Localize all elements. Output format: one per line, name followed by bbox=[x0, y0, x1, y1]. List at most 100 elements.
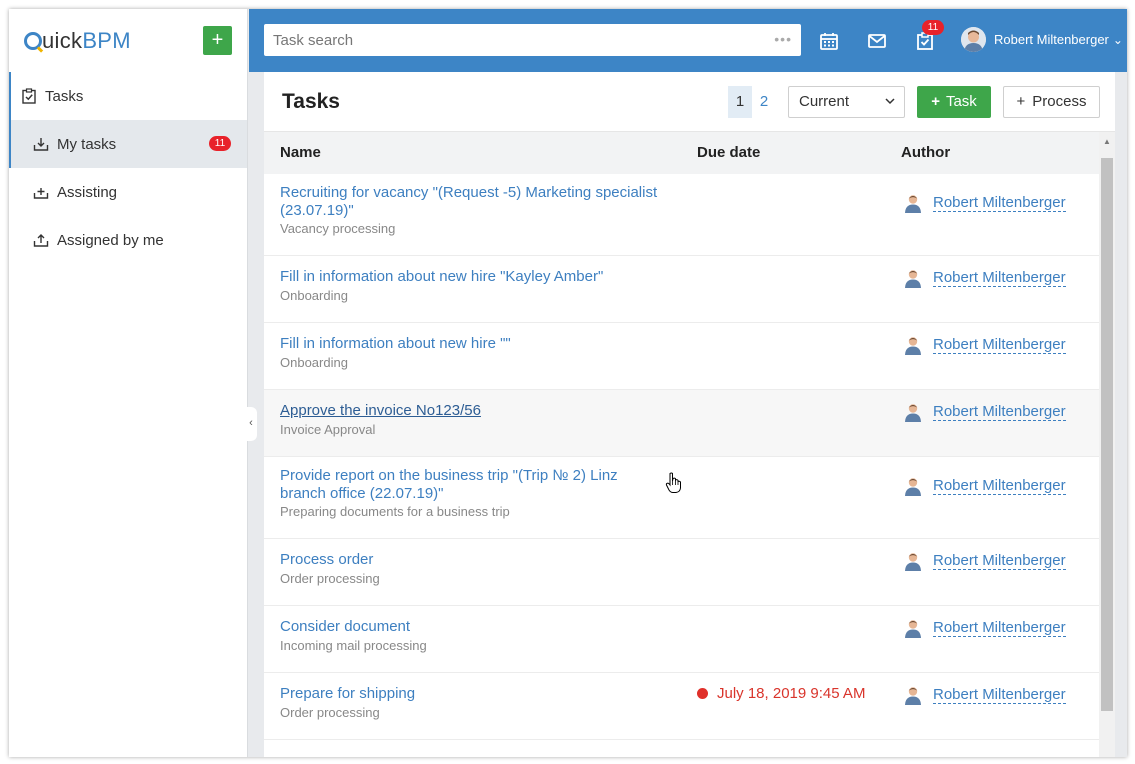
page-1-button[interactable]: 1 bbox=[728, 86, 752, 118]
calendar-icon[interactable] bbox=[819, 31, 839, 51]
start-process-button[interactable]: + Process bbox=[1003, 86, 1100, 118]
author-name-link[interactable]: Robert Miltenberger bbox=[933, 619, 1066, 637]
inbox-upload-icon bbox=[33, 234, 49, 247]
table-row[interactable]: Provide report on the business trip "(Tr… bbox=[264, 457, 1099, 539]
table-row[interactable]: Fill in information about new hire "" On… bbox=[264, 323, 1099, 390]
avatar bbox=[961, 27, 986, 52]
avatar bbox=[905, 620, 921, 638]
author-name-link[interactable]: Robert Miltenberger bbox=[933, 477, 1066, 495]
overdue-dot-icon bbox=[697, 688, 708, 699]
task-list: Recruiting for vacancy "(Request -5) Mar… bbox=[264, 174, 1099, 740]
table-header: Name Due date Author bbox=[264, 132, 1099, 174]
sidebar-item-assigned-by-me[interactable]: Assigned by me bbox=[9, 216, 247, 264]
table-row[interactable]: Fill in information about new hire "Kayl… bbox=[264, 256, 1099, 323]
user-name: Robert Miltenberger bbox=[994, 32, 1109, 47]
task-process-name: Invoice Approval bbox=[280, 422, 376, 437]
task-title-link[interactable]: Consider document bbox=[280, 618, 680, 636]
task-author: Robert Miltenberger bbox=[904, 551, 1066, 571]
task-author: Robert Miltenberger bbox=[904, 476, 1066, 496]
avatar bbox=[905, 553, 921, 571]
user-menu[interactable]: Robert Miltenberger ⌄ bbox=[961, 27, 1123, 52]
sidebar: uickBPM + Tasks My tasks 11 Assisting As… bbox=[9, 9, 248, 757]
task-author: Robert Miltenberger bbox=[904, 685, 1066, 705]
app-window: uickBPM + Tasks My tasks 11 Assisting As… bbox=[9, 9, 1127, 757]
task-title-link[interactable]: Prepare for shipping bbox=[280, 685, 680, 703]
task-title-link[interactable]: Recruiting for vacancy "(Request -5) Mar… bbox=[280, 184, 680, 220]
task-author: Robert Miltenberger bbox=[904, 402, 1066, 422]
add-task-label: Task bbox=[945, 93, 977, 110]
tasks-panel-header: Tasks 1 2 Current + Task + Process bbox=[264, 72, 1115, 132]
task-search-box: ••• bbox=[264, 24, 801, 56]
inbox-plus-icon bbox=[33, 188, 49, 199]
task-due-date: July 18, 2019 9:45 AM bbox=[697, 685, 865, 702]
quickbpm-logo[interactable]: uickBPM bbox=[24, 28, 131, 54]
avatar bbox=[905, 478, 921, 496]
task-author: Robert Miltenberger bbox=[904, 335, 1066, 355]
inbox-download-icon bbox=[33, 138, 49, 151]
task-process-name: Order processing bbox=[280, 705, 380, 720]
logo-text-bpm: BPM bbox=[82, 28, 131, 53]
task-process-name: Vacancy processing bbox=[280, 221, 396, 236]
sidebar-item-assisting[interactable]: Assisting bbox=[9, 168, 247, 216]
due-date-text: July 18, 2019 9:45 AM bbox=[717, 685, 866, 702]
search-options-icon[interactable]: ••• bbox=[774, 31, 792, 47]
column-header-author[interactable]: Author bbox=[901, 144, 950, 161]
task-filter-select[interactable]: Current bbox=[788, 86, 905, 118]
sidebar-item-label: Tasks bbox=[45, 87, 84, 105]
column-header-name[interactable]: Name bbox=[280, 144, 321, 161]
tasks-panel: Tasks 1 2 Current + Task + Process Name Du… bbox=[264, 72, 1115, 757]
sidebar-item-tasks[interactable]: Tasks bbox=[9, 72, 247, 120]
author-name-link[interactable]: Robert Miltenberger bbox=[933, 336, 1066, 354]
author-name-link[interactable]: Robert Miltenberger bbox=[933, 194, 1066, 212]
sidebar-item-my-tasks[interactable]: My tasks 11 bbox=[9, 120, 247, 168]
start-process-label: Process bbox=[1032, 93, 1087, 110]
logo-row: uickBPM + bbox=[9, 9, 247, 72]
author-name-link[interactable]: Robert Miltenberger bbox=[933, 269, 1066, 287]
task-search-input[interactable] bbox=[264, 24, 744, 56]
plus-icon: + bbox=[1016, 93, 1026, 110]
add-task-button[interactable]: + Task bbox=[917, 86, 991, 118]
sidebar-item-label: My tasks bbox=[57, 135, 117, 153]
table-row[interactable]: Approve the invoice No123/56 Invoice App… bbox=[264, 390, 1099, 457]
my-tasks-count-badge: 11 bbox=[209, 136, 231, 151]
chevron-down-icon bbox=[885, 98, 895, 105]
task-title-link[interactable]: Provide report on the business trip "(Tr… bbox=[280, 467, 640, 503]
author-name-link[interactable]: Robert Miltenberger bbox=[933, 403, 1066, 421]
chevron-down-icon: ⌄ bbox=[1112, 32, 1123, 47]
task-title-link[interactable]: Process order bbox=[280, 551, 680, 569]
task-process-name: Onboarding bbox=[280, 288, 348, 303]
task-list-scrollbar[interactable]: ▲ bbox=[1099, 132, 1115, 757]
task-process-name: Incoming mail processing bbox=[280, 638, 427, 653]
sidebar-collapse-toggle[interactable]: ‹ bbox=[245, 407, 257, 441]
logo-q-icon bbox=[24, 32, 42, 50]
task-title-link[interactable]: Fill in information about new hire "" bbox=[280, 335, 680, 353]
scrollbar-thumb[interactable] bbox=[1101, 158, 1113, 711]
avatar bbox=[905, 404, 921, 422]
page-2-button[interactable]: 2 bbox=[752, 86, 776, 118]
logo-text: uick bbox=[42, 28, 83, 53]
avatar bbox=[905, 270, 921, 288]
table-row[interactable]: Consider document Incoming mail processi… bbox=[264, 606, 1099, 673]
task-process-name: Preparing documents for a business trip bbox=[280, 504, 510, 519]
create-new-button[interactable]: + bbox=[203, 26, 232, 55]
table-row[interactable]: Process order Order processing Robert Mi… bbox=[264, 539, 1099, 606]
avatar bbox=[905, 195, 921, 213]
mail-icon[interactable] bbox=[867, 31, 887, 51]
column-header-due-date[interactable]: Due date bbox=[697, 144, 760, 161]
pagination: 1 2 bbox=[728, 86, 776, 118]
author-name-link[interactable]: Robert Miltenberger bbox=[933, 686, 1066, 704]
task-title-link[interactable]: Fill in information about new hire "Kayl… bbox=[280, 268, 680, 286]
task-filter-value: Current bbox=[799, 93, 850, 110]
plus-icon: + bbox=[931, 93, 940, 110]
avatar bbox=[905, 337, 921, 355]
table-row[interactable]: Prepare for shipping Order processing Ju… bbox=[264, 673, 1099, 740]
task-author: Robert Miltenberger bbox=[904, 193, 1066, 213]
tasks-notification-badge: 11 bbox=[922, 20, 944, 35]
scroll-up-arrow-icon[interactable]: ▲ bbox=[1103, 137, 1111, 146]
task-process-name: Onboarding bbox=[280, 355, 348, 370]
task-title-link[interactable]: Approve the invoice No123/56 bbox=[280, 402, 680, 420]
table-row[interactable]: Recruiting for vacancy "(Request -5) Mar… bbox=[264, 174, 1099, 256]
avatar bbox=[905, 687, 921, 705]
task-author: Robert Miltenberger bbox=[904, 618, 1066, 638]
author-name-link[interactable]: Robert Miltenberger bbox=[933, 552, 1066, 570]
